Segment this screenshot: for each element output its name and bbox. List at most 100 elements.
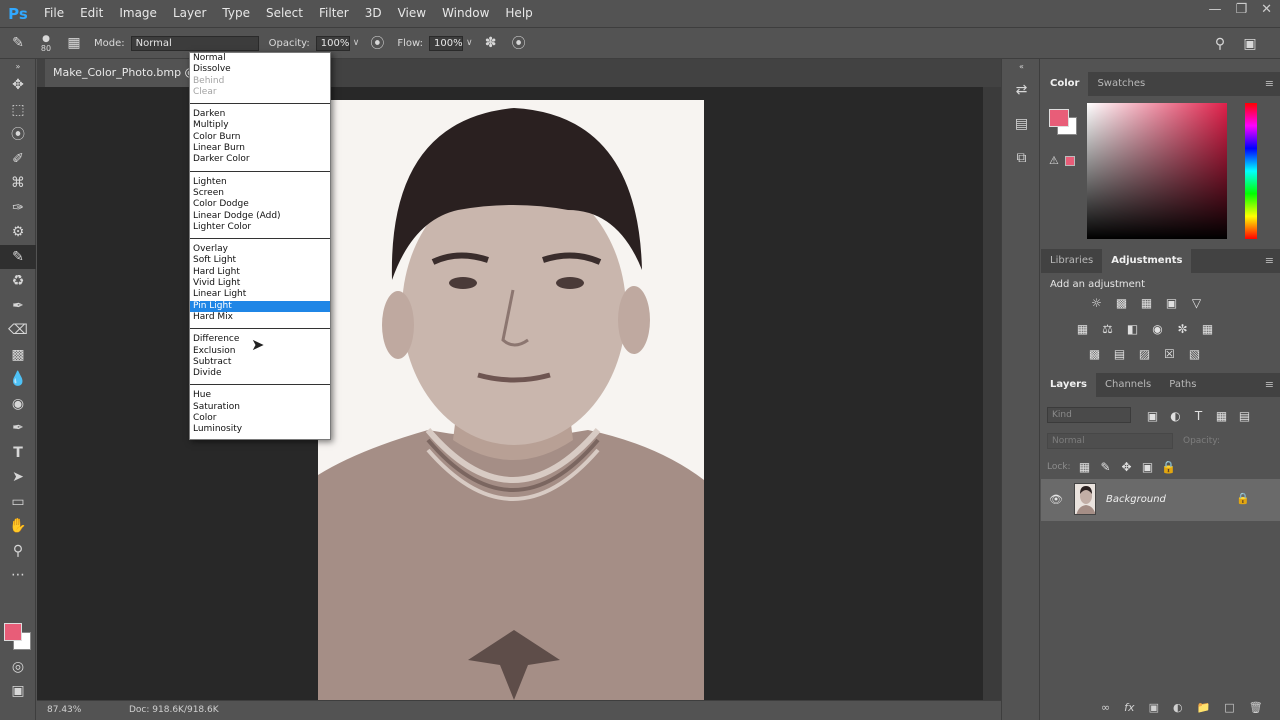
blur-tool-icon[interactable]: 💧 [0,367,36,392]
delete-layer-icon[interactable]: 🗑 [1249,701,1263,714]
new-layer-icon[interactable]: □ [1224,701,1234,714]
quick-mask-icon[interactable]: ◎ [0,655,36,680]
blend-mode-option[interactable]: Saturation [190,402,330,413]
photo-filter-icon[interactable]: ◉ [1150,321,1165,336]
tab-swatches[interactable]: Swatches [1088,72,1154,96]
levels-icon[interactable]: ▩ [1114,295,1129,310]
blend-mode-option[interactable]: Hue [190,390,330,401]
menu-edit[interactable]: Edit [72,0,111,27]
black-white-icon[interactable]: ◧ [1125,321,1140,336]
mode-select[interactable]: Normal [130,35,259,51]
menu-select[interactable]: Select [258,0,311,27]
close-icon[interactable]: ✕ [1261,2,1272,17]
lock-transparent-icon[interactable]: ▦ [1077,459,1092,474]
eyedropper-tool-icon[interactable]: ✑ [0,196,36,221]
filter-pixel-icon[interactable]: ▣ [1145,408,1160,423]
blend-mode-option[interactable]: Lighten [190,177,330,188]
curves-icon[interactable]: ▦ [1139,295,1154,310]
foreground-color-swatch[interactable] [4,623,22,641]
workspace-icon[interactable]: ▣ [1240,34,1260,54]
filter-shape-icon[interactable]: ▦ [1214,408,1229,423]
menu-image[interactable]: Image [111,0,165,27]
add-mask-icon[interactable]: ▣ [1149,701,1159,714]
flow-chevron-icon[interactable]: ∨ [466,38,473,48]
healing-brush-tool-icon[interactable]: ⚙ [0,220,36,245]
clone-stamp-tool-icon[interactable]: ♻ [0,269,36,294]
visibility-eye-icon[interactable]: 👁 [1049,493,1063,506]
selective-color-icon[interactable]: ☒ [1162,346,1177,361]
filter-smart-object-icon[interactable]: ▤ [1237,408,1252,423]
exposure-icon[interactable]: ▣ [1164,295,1179,310]
panel-menu-icon[interactable]: ≡ [1265,77,1274,90]
vertical-scrollbar[interactable] [983,87,1001,700]
gradient-tool-icon[interactable]: ▩ [0,343,36,368]
gamut-warning-swatch[interactable] [1065,156,1075,166]
layer-name[interactable]: Background [1106,494,1166,505]
tab-layers[interactable]: Layers [1041,373,1096,397]
brush-tool-preset-icon[interactable]: ✎ [8,33,28,53]
restore-icon[interactable]: ❐ [1235,2,1247,17]
blend-mode-option[interactable]: Screen [190,188,330,199]
color-balance-icon[interactable]: ⚖ [1100,321,1115,336]
canvas-area[interactable] [37,87,983,700]
menu-window[interactable]: Window [434,0,497,27]
menu-filter[interactable]: Filter [311,0,357,27]
toolbar-collapse-icon[interactable]: » [0,59,36,73]
brightness-contrast-icon[interactable]: ☼ [1089,295,1104,310]
blend-mode-option[interactable]: Darken [190,109,330,120]
tab-color[interactable]: Color [1041,72,1089,96]
color-picker-field[interactable] [1087,103,1227,239]
portrait-photo[interactable] [318,100,704,700]
blend-mode-option[interactable]: Soft Light [190,255,330,266]
channel-mixer-icon[interactable]: ✼ [1175,321,1190,336]
marquee-tool-icon[interactable]: ⬚ [0,98,36,123]
screen-mode-icon[interactable]: ▣ [0,679,36,704]
tab-channels[interactable]: Channels [1096,373,1160,397]
blend-mode-option[interactable]: Hard Mix [190,312,330,323]
blend-mode-option[interactable]: Linear Dodge (Add) [190,211,330,222]
opacity-chevron-icon[interactable]: ∨ [353,38,360,48]
brush-panel-toggle-icon[interactable]: ▦ [64,33,84,53]
path-selection-tool-icon[interactable]: ➤ [0,465,36,490]
blend-mode-option[interactable]: Dissolve [190,64,330,75]
pressure-size-icon[interactable]: ⦿ [509,33,529,53]
character-panel-icon[interactable]: ⧉ [1002,141,1041,175]
flow-field[interactable]: 100% [428,35,463,51]
history-panel-icon[interactable]: ⇄ [1002,73,1041,107]
pen-tool-icon[interactable]: ✒ [0,416,36,441]
document-tab[interactable]: Make_Color_Photo.bmp @ [45,59,204,87]
new-group-icon[interactable]: 📁 [1197,701,1211,714]
blend-mode-option[interactable]: Hard Light [190,267,330,278]
history-brush-tool-icon[interactable]: ✒ [0,294,36,319]
tab-adjustments[interactable]: Adjustments [1102,249,1192,273]
minimize-icon[interactable]: — [1208,2,1221,17]
blend-mode-option[interactable]: Subtract [190,357,330,368]
airbrush-icon[interactable]: ✽ [481,33,501,53]
menu-file[interactable]: File [36,0,72,27]
hue-slider[interactable] [1245,103,1257,239]
layer-blend-mode-select[interactable]: Normal [1047,433,1173,449]
properties-panel-icon[interactable]: ▤ [1002,107,1041,141]
gamut-warning-icon[interactable]: ⚠ [1049,154,1059,167]
filter-type-icon[interactable]: T [1191,408,1206,423]
eraser-tool-icon[interactable]: ⌫ [0,318,36,343]
vibrance-icon[interactable]: ▽ [1189,295,1204,310]
blend-mode-option[interactable]: Color [190,413,330,424]
blend-mode-option[interactable]: Luminosity [190,424,330,435]
layer-locked-icon[interactable]: 🔒 [1236,492,1250,505]
layer-row-background[interactable]: 👁 Background 🔒 [1041,479,1280,521]
lasso-tool-icon[interactable]: ⦿ [0,122,36,147]
zoom-tool-icon[interactable]: ⚲ [0,539,36,564]
tab-libraries[interactable]: Libraries [1041,249,1102,273]
blend-mode-option[interactable]: Linear Burn [190,143,330,154]
panel-menu-icon[interactable]: ≡ [1265,378,1274,391]
quick-select-tool-icon[interactable]: ✐ [0,147,36,172]
tab-paths[interactable]: Paths [1160,373,1205,397]
hue-saturation-icon[interactable]: ▦ [1075,321,1090,336]
dock-collapse-icon[interactable]: « [1002,59,1041,73]
more-tools-icon[interactable]: ⋯ [0,563,36,588]
blend-mode-option[interactable]: Vivid Light [190,278,330,289]
lock-position-icon[interactable]: ✥ [1119,459,1134,474]
menu-type[interactable]: Type [214,0,258,27]
blend-mode-option[interactable]: Divide [190,368,330,379]
